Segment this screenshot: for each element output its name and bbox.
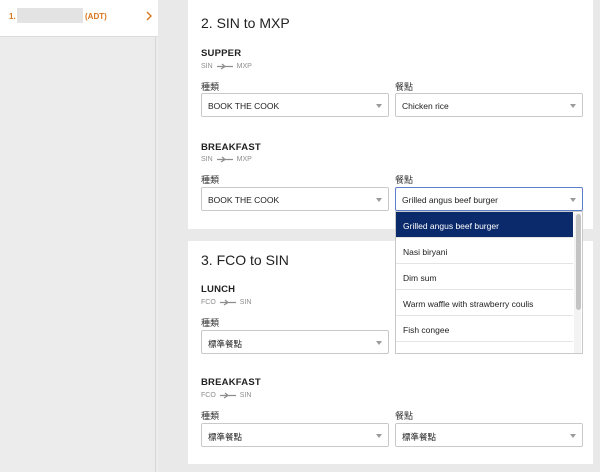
type-label: 種類 — [201, 82, 220, 92]
meal-type-value: BOOK THE COOK — [208, 195, 280, 205]
passenger-name-redacted — [17, 8, 83, 23]
meal-option[interactable]: Wholegrain crisp bread — [396, 342, 573, 353]
dropdown-arrow-icon — [376, 198, 382, 202]
route-to: SIN — [239, 392, 252, 399]
dropdown-arrow-icon — [570, 198, 576, 202]
type-label: 種類 — [201, 318, 220, 328]
segment-title: 3. FCO to SIN — [201, 252, 289, 268]
dropdown-arrow-icon — [376, 104, 382, 108]
meal-type-value: BOOK THE COOK — [208, 101, 280, 111]
plane-icon — [219, 392, 236, 399]
route-from: SIN — [201, 156, 213, 163]
meal-label: 餐點 — [395, 411, 414, 421]
plane-icon — [216, 156, 233, 163]
meal-value: 標準餐點 — [402, 432, 437, 442]
dropdown-arrow-icon — [376, 434, 382, 438]
chevron-right-icon — [146, 11, 152, 21]
segment-card-sin-mxp: 2. SIN to MXP SUPPER SIN MXP 種類 BOOK THE… — [188, 0, 593, 229]
dropdown-scrollbar-thumb[interactable] — [576, 214, 581, 310]
meal-name: LUNCH — [201, 284, 236, 295]
meal-option[interactable]: Warm waffle with strawberry coulis — [396, 290, 573, 316]
meal-label: 餐點 — [395, 82, 414, 92]
meal-options-dropdown: Grilled angus beef burger Nasi biryani D… — [395, 211, 583, 354]
route-from: SIN — [201, 63, 213, 70]
meal-name: BREAKFAST — [201, 377, 261, 388]
meal-type-select[interactable]: BOOK THE COOK — [201, 93, 389, 117]
passenger-item[interactable]: 1. (ADT) — [0, 0, 158, 37]
segment-title: 2. SIN to MXP — [201, 15, 290, 31]
meal-type-select[interactable]: 標準餐點 — [201, 423, 389, 447]
meal-type-value: 標準餐點 — [208, 339, 243, 349]
route: FCO SIN — [201, 392, 251, 399]
passenger-index: 1. — [9, 12, 16, 21]
meal-name: SUPPER — [201, 48, 242, 59]
passenger-type: (ADT) — [85, 12, 107, 21]
type-label: 種類 — [201, 411, 220, 421]
route-from: FCO — [201, 392, 216, 399]
route-to: SIN — [239, 299, 252, 306]
meal-select[interactable]: 標準餐點 — [395, 423, 583, 447]
meal-value: Grilled angus beef burger — [402, 195, 498, 205]
meal-option[interactable]: Nasi biryani — [396, 238, 573, 264]
route-to: MXP — [236, 63, 252, 70]
meal-select-open[interactable]: Grilled angus beef burger — [395, 187, 583, 211]
passenger-sidebar: 1. (ADT) — [0, 0, 158, 472]
meal-type-value: 標準餐點 — [208, 432, 243, 442]
route: SIN MXP — [201, 156, 252, 163]
type-label: 種類 — [201, 175, 220, 185]
route-to: MXP — [236, 156, 252, 163]
meal-value: Chicken rice — [402, 101, 449, 111]
meal-type-select[interactable]: BOOK THE COOK — [201, 187, 389, 211]
dropdown-arrow-icon — [570, 434, 576, 438]
meal-label: 餐點 — [395, 175, 414, 185]
meal-select[interactable]: Chicken rice — [395, 93, 583, 117]
meal-name: BREAKFAST — [201, 142, 261, 153]
dropdown-arrow-icon — [376, 341, 382, 345]
meal-option[interactable]: Grilled angus beef burger — [396, 212, 573, 238]
plane-icon — [219, 299, 236, 306]
plane-icon — [216, 63, 233, 70]
route: FCO SIN — [201, 299, 251, 306]
dropdown-arrow-icon — [570, 104, 576, 108]
route: SIN MXP — [201, 63, 252, 70]
meal-option[interactable]: Fish congee — [396, 316, 573, 342]
meal-type-select[interactable]: 標準餐點 — [201, 330, 389, 354]
meal-option[interactable]: Dim sum — [396, 264, 573, 290]
route-from: FCO — [201, 299, 216, 306]
